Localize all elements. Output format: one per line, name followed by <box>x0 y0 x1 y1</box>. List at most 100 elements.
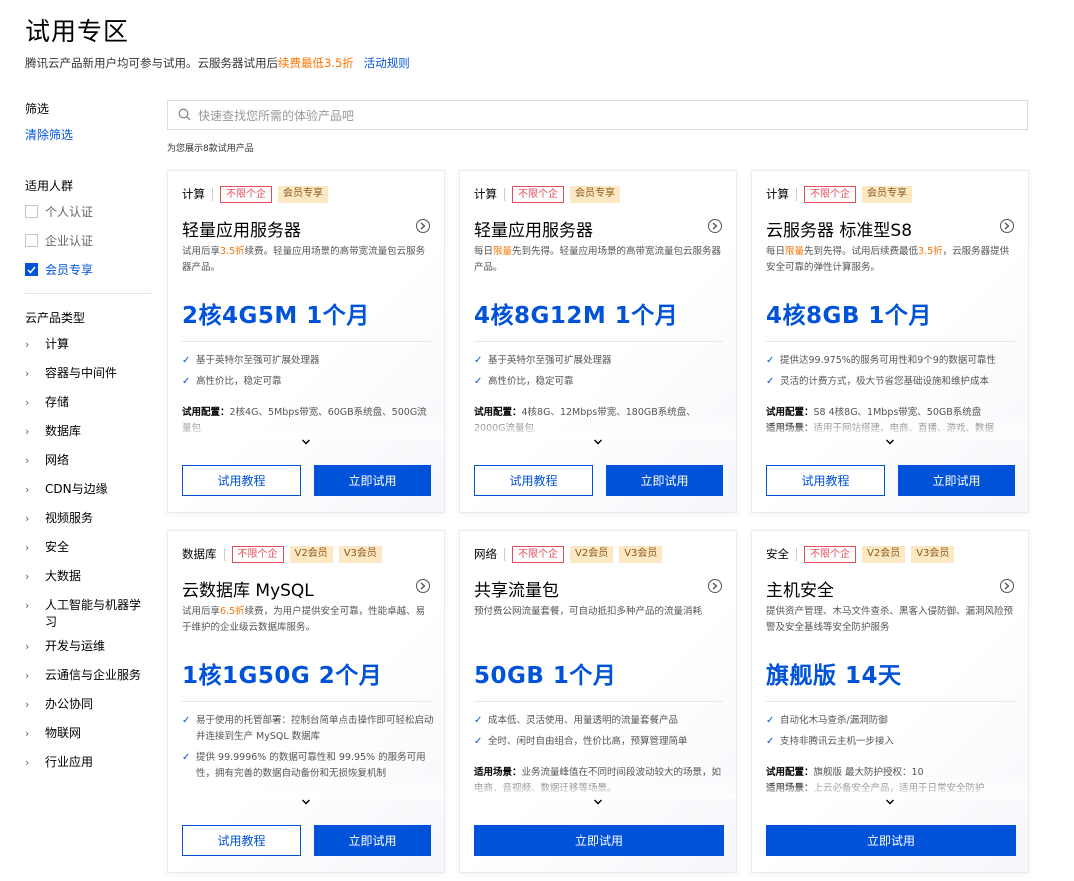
product-card: 数据库 不限个企 V2会员 V3会员 云数据库 MySQL 试用后享6.5折续费，为用户提… <box>167 530 445 873</box>
chevron-down-icon[interactable] <box>594 437 603 448</box>
chevron-down-icon[interactable] <box>886 797 895 808</box>
try-now-button[interactable]: 立即试用 <box>898 465 1015 496</box>
feature-list: ✓ 提供达99.975%的服务可用性和9个9的数据可靠性 ✓ 灵活的计费方式，极大节省… <box>766 353 1018 395</box>
tutorial-button[interactable]: 试用教程 <box>182 465 301 496</box>
search-input[interactable]: 快速查找您所需的体验产品吧 <box>167 100 1028 130</box>
chevron-right-icon: › <box>25 727 30 740</box>
chevron-right-icon: › <box>25 512 30 525</box>
check-icon: ✓ <box>474 376 483 387</box>
card-actions: 试用教程 立即试用 <box>474 465 723 496</box>
card-title[interactable]: 云数据库 MySQL <box>182 576 314 601</box>
check-icon: ✓ <box>766 715 775 726</box>
tutorial-button[interactable]: 试用教程 <box>474 465 593 496</box>
sidebar-category-item[interactable]: › 安全 <box>25 532 151 561</box>
content-fade <box>752 417 1028 439</box>
sidebar-category-item[interactable]: › 云通信与企业服务 <box>25 660 151 689</box>
check-icon: ✓ <box>182 376 191 387</box>
feature-list: ✓ 自动化木马查杀/漏洞防御 ✓ 支持非腾讯云主机一步接入 <box>766 713 1018 755</box>
chevron-down-icon[interactable] <box>886 437 895 448</box>
chevron-down-icon[interactable] <box>594 797 603 808</box>
content-fade <box>168 777 444 799</box>
arrow-right-circle-icon[interactable] <box>1000 219 1014 233</box>
card-category: 网络 <box>474 547 497 561</box>
feature-list: ✓ 易于使用的托管部署：控制台简单点击操作即可轻松启动并连接到生产 MySQL 数… <box>182 713 434 787</box>
arrow-right-circle-icon[interactable] <box>1000 579 1014 593</box>
category-label: CDN与边缘 <box>45 482 108 496</box>
card-title[interactable]: 共享流量包 <box>474 576 559 601</box>
description-text: 每日 <box>474 246 494 257</box>
category-label: 计算 <box>45 337 70 351</box>
clear-filter-link[interactable]: 清除筛选 <box>25 126 151 144</box>
card-divider <box>766 701 1015 702</box>
sidebar-category-item[interactable]: › 人工智能与机器学习 <box>25 590 151 631</box>
sidebar-category-item[interactable]: › CDN与边缘 <box>25 474 151 503</box>
category-label: 人工智能与机器学习 <box>45 598 142 629</box>
checkbox-icon <box>25 205 38 218</box>
card-title[interactable]: 云服务器 标准型S8 <box>766 216 912 241</box>
feature-text: 提供达99.975%的服务可用性和9个9的数据可靠性 <box>780 355 996 366</box>
arrow-right-circle-icon[interactable] <box>416 579 430 593</box>
sidebar-category-item[interactable]: › 行业应用 <box>25 747 151 776</box>
audience-checkbox[interactable]: 会员专享 <box>25 255 151 284</box>
description-text: 提供资产管理、木马文件查杀、黑客入侵防御、漏洞风险预警及安全基线等安全防护服务 <box>766 606 1014 633</box>
try-now-button[interactable]: 立即试用 <box>474 825 724 856</box>
sidebar-category-item[interactable]: › 计算 <box>25 329 151 358</box>
sidebar-category-item[interactable]: › 网络 <box>25 445 151 474</box>
sidebar-category-item[interactable]: › 存储 <box>25 387 151 416</box>
checkbox-icon <box>25 234 38 247</box>
description-text: 预付费公网流量套餐，可自动抵扣多种产品的流量消耗 <box>474 606 703 617</box>
audience-label: 会员专享 <box>45 263 94 277</box>
category-label: 安全 <box>45 540 70 554</box>
audience-label: 企业认证 <box>45 234 94 248</box>
card-description: 试用后享6.5折续费，为用户提供安全可靠，性能卓越、易于维护的企业级云数据库服务… <box>182 604 434 636</box>
sidebar-category-item[interactable]: › 物联网 <box>25 718 151 747</box>
try-now-button[interactable]: 立即试用 <box>766 825 1016 856</box>
content-fade <box>168 417 444 439</box>
sidebar-category-item[interactable]: › 容器与中间件 <box>25 358 151 387</box>
sidebar-category-item[interactable]: › 大数据 <box>25 561 151 590</box>
audience-checkbox[interactable]: 企业认证 <box>25 226 151 255</box>
sidebar-category-item[interactable]: › 开发与运维 <box>25 631 151 660</box>
feature-text: 支持非腾讯云主机一步接入 <box>780 736 895 747</box>
audience-label: 个人认证 <box>45 205 94 219</box>
arrow-right-circle-icon[interactable] <box>708 219 722 233</box>
feature-item: ✓ 高性价比，稳定可靠 <box>182 374 434 390</box>
check-icon: ✓ <box>474 736 483 747</box>
try-now-button[interactable]: 立即试用 <box>314 825 431 856</box>
arrow-right-circle-icon[interactable] <box>708 579 722 593</box>
card-title[interactable]: 主机安全 <box>766 576 834 601</box>
card-title[interactable]: 轻量应用服务器 <box>474 216 593 241</box>
card-tag: V3会员 <box>911 545 955 563</box>
feature-item: ✓ 自动化木马查杀/漏洞防御 <box>766 713 1018 729</box>
sidebar-category-item[interactable]: › 数据库 <box>25 416 151 445</box>
page-title: 试用专区 <box>25 17 130 46</box>
tutorial-button[interactable]: 试用教程 <box>182 825 301 856</box>
chevron-down-icon[interactable] <box>302 437 311 448</box>
try-now-button[interactable]: 立即试用 <box>314 465 431 496</box>
result-count: 为您展示8款试用产品 <box>167 144 254 154</box>
card-description: 预付费公网流量套餐，可自动抵扣多种产品的流量消耗 <box>474 604 726 620</box>
sidebar-category-item[interactable]: › 办公协同 <box>25 689 151 718</box>
product-card: 计算 不限个企 会员专享 云服务器 标准型S8 每日限量先到先得。试用后续费最低3.5折… <box>751 170 1029 513</box>
checkbox-icon <box>25 263 38 276</box>
page-subtitle: 腾讯云产品新用户均可参与试用。云服务器试用后续费最低3.5折 活动规则 <box>25 55 410 71</box>
feature-list: ✓ 基于英特尔至强可扩展处理器 ✓ 高性价比，稳定可靠 <box>474 353 726 395</box>
chevron-down-icon[interactable] <box>302 797 311 808</box>
tutorial-button[interactable]: 试用教程 <box>766 465 885 496</box>
description-highlight: 6.5折 <box>220 606 245 617</box>
try-now-button[interactable]: 立即试用 <box>606 465 723 496</box>
sidebar-category-item[interactable]: › 视频服务 <box>25 503 151 532</box>
audience-checkbox[interactable]: 个人认证 <box>25 197 151 226</box>
filter-sidebar: 筛选 清除筛选 适用人群 个人认证 企业认证 会员专享 云产品类型 › 计算 › 容器与中… <box>25 100 151 776</box>
arrow-right-circle-icon[interactable] <box>416 219 430 233</box>
feature-text: 成本低、灵活使用、用量透明的流量套餐产品 <box>488 715 679 726</box>
subtitle-text: 腾讯云产品新用户均可参与试用。云服务器试用后 <box>25 56 278 70</box>
card-description: 提供资产管理、木马文件查杀、黑客入侵防御、漏洞风险预警及安全基线等安全防护服务 <box>766 604 1018 636</box>
rules-link[interactable]: 活动规则 <box>364 56 410 70</box>
card-tag: 不限个企 <box>220 185 272 203</box>
category-label: 云通信与企业服务 <box>45 668 142 682</box>
card-tag: V3会员 <box>338 545 382 563</box>
chevron-right-icon: › <box>25 640 30 653</box>
subtitle-highlight: 续费最低3.5折 <box>278 56 354 70</box>
card-title[interactable]: 轻量应用服务器 <box>182 216 301 241</box>
